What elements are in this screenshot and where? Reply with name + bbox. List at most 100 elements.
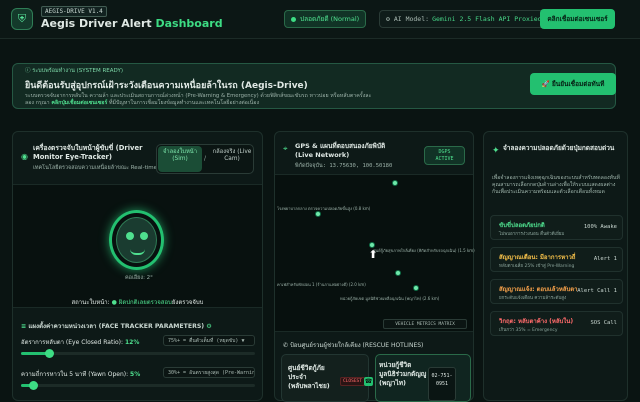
gps-coords: พิกัดปัจจุบัน: 13.75630, 100.50180 <box>295 163 393 169</box>
ai-model-pill: ⚙ AI Model: Gemini 2.5 Flash API Proxied <box>379 10 549 28</box>
camera-view: คอเอียง: 2° สถานะใบหน้า: ● ผิดปกติเลยตรว… <box>13 184 262 308</box>
shield-logo-icon: ⛨ <box>11 8 33 30</box>
sim-title: วิกฤต: หลับตาค้าง (หลับใน) <box>499 318 574 325</box>
yawn-slider-knob[interactable] <box>28 381 38 390</box>
banner-desc-line1: ระบบตรวจจับอาการหลับใน ความล้า และประเมิ… <box>25 93 372 99</box>
yawn-slider[interactable] <box>21 381 255 390</box>
rescue-card-closest[interactable]: ศูนย์ชีวิตกู้ภัยประจำ (พลับพลาไชย) CLOSE… <box>281 354 369 402</box>
map-poi-label: คาเฟ่สำหรับพักผ่อน 1 (ร้านกาแฟอย่างดี) (… <box>277 282 366 287</box>
sim-sub: ยกระดับแจ้งเตือน ความล้าระดับสูง <box>499 296 567 301</box>
status-text: ปลอดภัยดี (Normal) <box>300 15 360 23</box>
monitor-subtitle: เทคโนโลยีตรวจสอบความเหนื่อยล้าขณะ Real-t… <box>33 165 157 171</box>
map-poi-label: หน่วยกู้ภัยเขต มูลนิธิช่วยเหลือฉุกเฉิน (… <box>340 296 440 301</box>
ai-model-value: Gemini 2.5 Flash API Proxied <box>432 15 542 23</box>
eye-icon: ◉ <box>21 152 28 161</box>
connect-label: คลิกเชื่อมต่อเซนเซอร์ <box>547 15 608 23</box>
sim-normal-button[interactable]: ขับขี่ปลอดภัยปกติ ไม่พบอาการง่วงนอน ตื่น… <box>490 215 623 240</box>
gps-title: GPS & แผนที่ตอบสนองภัยพิบัติ (Live Netwo… <box>295 142 386 159</box>
rescue-card-2[interactable]: ☎ หน่วยกู้ชีวิต มูลนิธิร่วมกตัญญู (พญาไท… <box>364 354 471 402</box>
settings-icon: ⚙ <box>206 323 212 330</box>
map-poi-label: ศูนย์กู้ภัยสุขภาพใกล้เคียง (พิกัดสำหรับร… <box>373 248 475 253</box>
map-poi-pin[interactable] <box>395 270 401 276</box>
system-ready-tag: ⓘ ระบบพร้อมทำงาน (SYSTEM READY) <box>25 66 123 75</box>
phone-icon: ✆ <box>283 342 290 349</box>
sim-title: ขับขี่ปลอดภัยปกติ <box>499 222 545 229</box>
status-dot-icon <box>291 16 296 22</box>
ai-model-label: AI Model: <box>393 15 430 23</box>
monitor-title: เครื่องตรวจจับใบหน้าผู้ขับขี่ (Driver Mo… <box>33 144 143 161</box>
sparkle-icon: ✦ <box>492 146 500 156</box>
params-title: ≡ แผงตั้งค่าความหน่วงเวลา (FACE TRACKER … <box>21 321 212 331</box>
face-status: สถานะใบหน้า: ● ผิดปกติเลยตรวจสอบยังตรวจจ… <box>13 297 262 307</box>
rescue-title: ✆ ป้อนศูนย์รวมผู้ช่วยใกล้เคียง (RESCUE H… <box>283 340 423 350</box>
rescue-title-text: ป้อนศูนย์รวมผู้ช่วยใกล้เคียง (RESCUE HOT… <box>289 342 424 349</box>
face-avatar-icon <box>116 217 157 263</box>
banner-desc-a: ลอง กรุณา <box>25 100 50 106</box>
eye-ratio-value: 12% <box>124 339 140 346</box>
map-poi-pin[interactable] <box>413 285 419 291</box>
banner-connect-link[interactable]: คลิกปุ่มเชื่อมต่อเซนเซอร์ <box>51 100 107 106</box>
map-view[interactable]: โรงพยาบาลกลาง ตรวจความปลอดภัยขั้นสูง (0.… <box>275 174 475 332</box>
start-connect-button[interactable]: 🚀 ยืนยันเชื่อมต่อทันที <box>530 73 616 95</box>
sim-tag: SOS Call <box>590 320 618 326</box>
simulate-title: จำลองความปลอดภัยด้วยปุ่มกดสอบด่วน <box>503 144 615 152</box>
rocket-icon: 🚀 <box>541 80 552 88</box>
sim-sos-button[interactable]: วิกฤต: หลับตาค้าง (หลับใน) เกินกว่า 35% … <box>490 311 623 336</box>
dgps-badge-line2: ACTIVE <box>435 156 454 162</box>
page-title: Aegis Driver Alert Dashboard <box>41 17 223 30</box>
yawn-threshold-select[interactable]: 30%+ = อันตรายสูงสุด (Pre-Warning) ▼ <box>163 367 255 378</box>
yawn-label: ความถี่การหาวใน 5 นาที (Yawn Open): <box>21 371 129 378</box>
location-pin-icon: ⌖ <box>283 144 288 153</box>
mouth-icon <box>130 249 145 255</box>
map-poi-pin[interactable] <box>392 180 398 186</box>
simulate-description: เพื่อจำลองการแจ้งเหตุฉุกเฉินของระบบสำหรั… <box>492 175 620 195</box>
current-location-icon: ⬆ <box>368 248 378 261</box>
camera-mode-toggle: จำลองใบหน้า (Sim) / กล้องจริง (Live Cam) <box>156 144 254 174</box>
head-tilt-readout: คอเอียง: 2° <box>125 275 153 281</box>
yawn-row: ความถี่การหาวใน 5 นาที (Yawn Open): 5% <box>21 369 140 379</box>
eye-ratio-label: อัตราการหลับตา (Eye Closed Ratio): <box>21 339 124 346</box>
driver-monitor-card: ◉ เครื่องตรวจจับใบหน้าผู้ขับขี่ (Driver … <box>12 131 263 401</box>
map-poi-label: โรงพยาบาลกลาง ตรวจความปลอดภัยขั้นสูง (0.… <box>277 206 371 211</box>
face-status-value: ผิดปกติเลยตรวจสอบ <box>118 299 172 306</box>
mode-sim-button[interactable]: จำลองใบหน้า (Sim) <box>158 146 202 172</box>
gear-icon: ⚙ <box>386 15 394 23</box>
mode-separator: / <box>204 155 207 162</box>
left-eye-icon <box>126 232 134 240</box>
title-main: Aegis Driver Alert <box>41 17 152 30</box>
sim-title: สัญญาณแจ้ง: ตอบแล้วหลับตา <box>499 286 578 293</box>
connect-sensor-button[interactable]: คลิกเชื่อมต่อเซนเซอร์ <box>540 9 615 29</box>
dgps-badge: DGPS ACTIVE <box>424 146 465 165</box>
start-connect-label: ยืนยันเชื่อมต่อทันที <box>551 80 605 88</box>
status-pill: ปลอดภัยดี (Normal) <box>284 10 367 28</box>
gps-card: ⌖ GPS & แผนที่ตอบสนองภัยพิบัติ (Live Net… <box>274 131 475 402</box>
face-status-suffix: ยังตรวจจับบ <box>171 299 204 306</box>
title-accent: Dashboard <box>155 17 223 30</box>
dgps-badge-line1: DGPS <box>438 149 451 155</box>
closest-badge: CLOSEST <box>340 377 365 386</box>
mode-live-button[interactable]: กล้องจริง (Live Cam) <box>212 149 252 163</box>
sim-prewarning-button[interactable]: สัญญาณเตือน: มีอาการหาวถี่ หลับตาเฉลี่ย … <box>490 247 623 272</box>
yawn-value: 5% <box>130 371 141 378</box>
banner-heading: ยินดีต้อนรับสู่อุปกรณ์เฝ้าระวังเตือนความ… <box>25 81 308 91</box>
simulate-card: ✦ จำลองความปลอดภัยด้วยปุ่มกดสอบด่วน เพื่… <box>483 131 628 401</box>
app-header: ⛨ AEGIS-DRIVE V1.4 Aegis Driver Alert Da… <box>0 0 640 39</box>
params-title-b: (FACE TRACKER PARAMETERS) <box>98 323 205 330</box>
eye-threshold-select[interactable]: 75%+ = ตื่นตัวเต็มที่ (หยุดขับ) ▼ <box>163 335 255 346</box>
sim-tag: Alert 1 <box>593 256 617 262</box>
right-eye-icon <box>140 232 148 240</box>
eye-slider-knob[interactable] <box>45 349 55 358</box>
rescue2-phone[interactable]: 02-751-0951 <box>428 367 456 401</box>
vehicle-metrics-button[interactable]: VEHICLE METRICS MATRIX <box>383 319 467 329</box>
face-status-dot-icon: ● <box>111 299 117 306</box>
eye-ratio-slider[interactable] <box>21 349 255 358</box>
face-status-prefix: สถานะใบหน้า: <box>71 299 110 306</box>
sim-tag: 100% Awake <box>583 224 617 230</box>
version-badge: AEGIS-DRIVE V1.4 <box>41 6 107 17</box>
rescue2-name: หน่วยกู้ชีวิต มูลนิธิร่วมกตัญญู (พญาไท) <box>379 361 427 387</box>
sim-title: สัญญาณเตือน: มีอาการหาวถี่ <box>499 254 576 261</box>
rescue1-name: ศูนย์ชีวิตกู้ภัยประจำ (พลับพลาไชย) <box>288 364 330 390</box>
call-icon[interactable]: ☎ <box>364 377 373 386</box>
system-ready-text: ระบบพร้อมทำงาน (SYSTEM READY) <box>32 68 123 74</box>
sim-alert-button[interactable]: สัญญาณแจ้ง: ตอบแล้วหลับตา ยกระดับแจ้งเตื… <box>490 279 623 304</box>
